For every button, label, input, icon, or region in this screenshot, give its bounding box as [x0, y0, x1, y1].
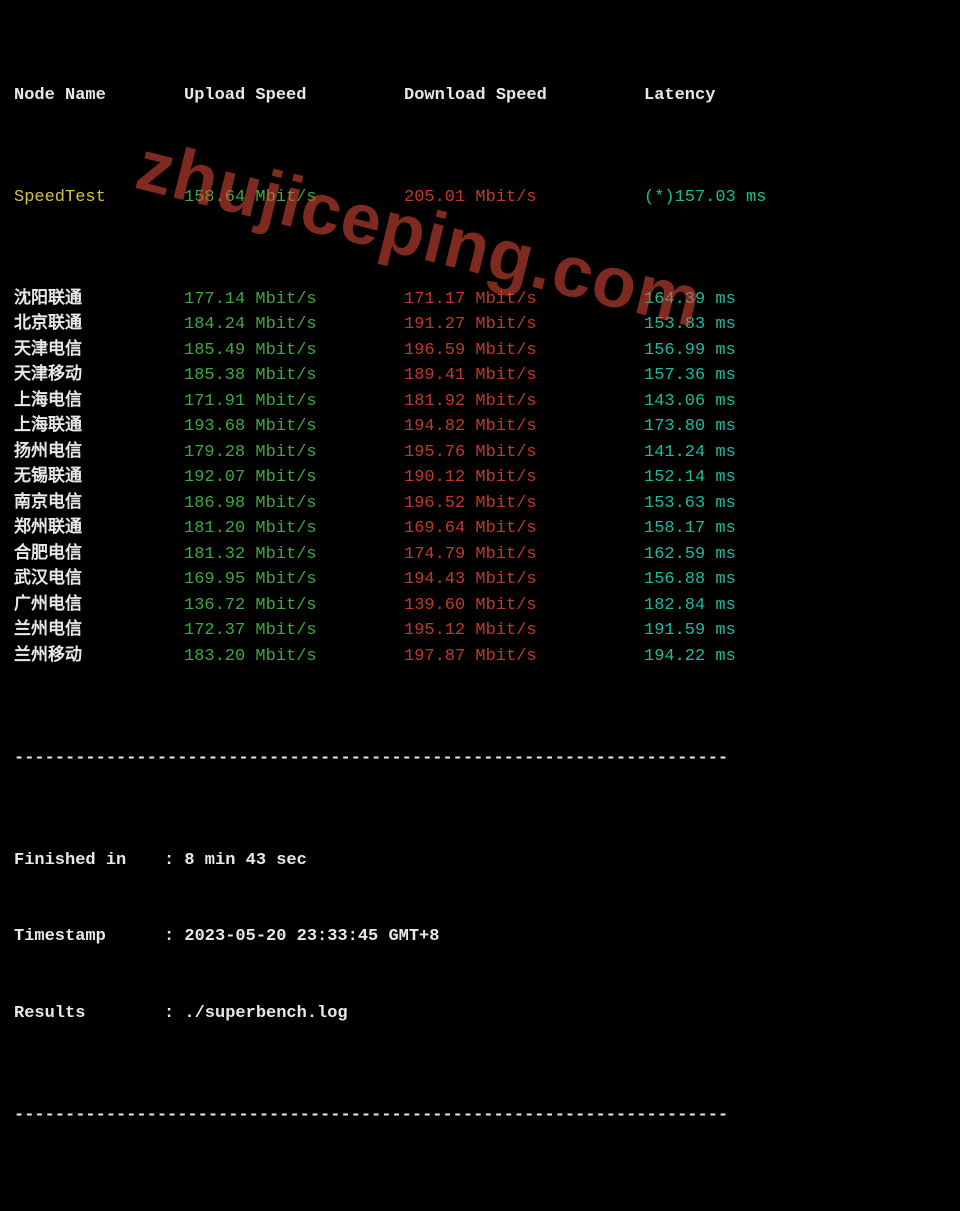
download-value: 194.43 Mbit/s: [404, 567, 644, 593]
latency-value: 153.83 ms: [644, 312, 736, 338]
latency-value: 152.14 ms: [644, 465, 736, 491]
latency-value: 157.36 ms: [644, 363, 736, 389]
download-value: 191.27 Mbit/s: [404, 312, 644, 338]
header-latency: Latency: [644, 83, 715, 109]
latency-value: 141.24 ms: [644, 440, 736, 466]
download-value: 189.41 Mbit/s: [404, 363, 644, 389]
speedtest-row: SpeedTest 158.64 Mbit/s 205.01 Mbit/s (*…: [14, 185, 946, 211]
upload-value: 181.32 Mbit/s: [184, 542, 404, 568]
upload-value: 193.68 Mbit/s: [184, 414, 404, 440]
latency-value: 143.06 ms: [644, 389, 736, 415]
node-name: 兰州电信: [14, 618, 184, 644]
latency-value: 191.59 ms: [644, 618, 736, 644]
table-row: 合肥电信181.32 Mbit/s174.79 Mbit/s162.59 ms: [14, 542, 946, 568]
upload-value: 171.91 Mbit/s: [184, 389, 404, 415]
speedtest-upload: 158.64 Mbit/s: [184, 185, 404, 211]
download-value: 196.59 Mbit/s: [404, 338, 644, 364]
node-name: 天津移动: [14, 363, 184, 389]
finished-label: Finished in: [14, 848, 164, 874]
divider-line-bottom: ----------------------------------------…: [14, 1103, 946, 1129]
upload-value: 172.37 Mbit/s: [184, 618, 404, 644]
download-value: 197.87 Mbit/s: [404, 644, 644, 670]
node-name: 兰州移动: [14, 644, 184, 670]
latency-value: 182.84 ms: [644, 593, 736, 619]
upload-value: 186.98 Mbit/s: [184, 491, 404, 517]
footer-results: Results: ./superbench.log: [14, 1001, 946, 1027]
upload-value: 136.72 Mbit/s: [184, 593, 404, 619]
download-value: 195.12 Mbit/s: [404, 618, 644, 644]
table-row: 兰州电信172.37 Mbit/s195.12 Mbit/s191.59 ms: [14, 618, 946, 644]
node-name: 北京联通: [14, 312, 184, 338]
node-name: 扬州电信: [14, 440, 184, 466]
upload-value: 185.38 Mbit/s: [184, 363, 404, 389]
footer-finished: Finished in: 8 min 43 sec: [14, 848, 946, 874]
node-name: 郑州联通: [14, 516, 184, 542]
timestamp-value: 2023-05-20 23:33:45 GMT+8: [184, 927, 439, 946]
node-name: 沈阳联通: [14, 287, 184, 313]
upload-value: 177.14 Mbit/s: [184, 287, 404, 313]
download-value: 196.52 Mbit/s: [404, 491, 644, 517]
speedtest-name: SpeedTest: [14, 185, 184, 211]
latency-value: 158.17 ms: [644, 516, 736, 542]
latency-value: 164.39 ms: [644, 287, 736, 313]
table-row: 扬州电信179.28 Mbit/s195.76 Mbit/s141.24 ms: [14, 440, 946, 466]
node-name: 上海联通: [14, 414, 184, 440]
latency-value: 153.63 ms: [644, 491, 736, 517]
download-value: 181.92 Mbit/s: [404, 389, 644, 415]
table-row: 上海联通193.68 Mbit/s194.82 Mbit/s173.80 ms: [14, 414, 946, 440]
download-value: 194.82 Mbit/s: [404, 414, 644, 440]
speedtest-latency: (*)157.03 ms: [644, 185, 766, 211]
rows-container: 沈阳联通177.14 Mbit/s171.17 Mbit/s164.39 ms北…: [14, 287, 946, 670]
node-name: 武汉电信: [14, 567, 184, 593]
footer-timestamp: Timestamp: 2023-05-20 23:33:45 GMT+8: [14, 924, 946, 950]
upload-value: 179.28 Mbit/s: [184, 440, 404, 466]
table-row: 武汉电信169.95 Mbit/s194.43 Mbit/s156.88 ms: [14, 567, 946, 593]
node-name: 上海电信: [14, 389, 184, 415]
table-row: 无锡联通192.07 Mbit/s190.12 Mbit/s152.14 ms: [14, 465, 946, 491]
table-row: 兰州移动183.20 Mbit/s197.87 Mbit/s194.22 ms: [14, 644, 946, 670]
header-upload: Upload Speed: [184, 83, 404, 109]
latency-value: 156.99 ms: [644, 338, 736, 364]
node-name: 广州电信: [14, 593, 184, 619]
upload-value: 192.07 Mbit/s: [184, 465, 404, 491]
node-name: 无锡联通: [14, 465, 184, 491]
table-header: Node Name Upload Speed Download Speed La…: [14, 83, 946, 109]
node-name: 天津电信: [14, 338, 184, 364]
speedtest-download: 205.01 Mbit/s: [404, 185, 644, 211]
table-row: 沈阳联通177.14 Mbit/s171.17 Mbit/s164.39 ms: [14, 287, 946, 313]
download-value: 139.60 Mbit/s: [404, 593, 644, 619]
divider-line: ----------------------------------------…: [14, 746, 946, 772]
download-value: 174.79 Mbit/s: [404, 542, 644, 568]
timestamp-label: Timestamp: [14, 924, 164, 950]
table-row: 天津移动185.38 Mbit/s189.41 Mbit/s157.36 ms: [14, 363, 946, 389]
upload-value: 184.24 Mbit/s: [184, 312, 404, 338]
upload-value: 169.95 Mbit/s: [184, 567, 404, 593]
results-label: Results: [14, 1001, 164, 1027]
table-row: 郑州联通181.20 Mbit/s169.64 Mbit/s158.17 ms: [14, 516, 946, 542]
table-row: 北京联通184.24 Mbit/s191.27 Mbit/s153.83 ms: [14, 312, 946, 338]
upload-value: 181.20 Mbit/s: [184, 516, 404, 542]
node-name: 南京电信: [14, 491, 184, 517]
upload-value: 185.49 Mbit/s: [184, 338, 404, 364]
latency-value: 173.80 ms: [644, 414, 736, 440]
download-value: 190.12 Mbit/s: [404, 465, 644, 491]
terminal-output: Node Name Upload Speed Download Speed La…: [0, 0, 960, 1211]
header-download: Download Speed: [404, 83, 644, 109]
download-value: 195.76 Mbit/s: [404, 440, 644, 466]
latency-value: 194.22 ms: [644, 644, 736, 670]
node-name: 合肥电信: [14, 542, 184, 568]
table-row: 南京电信186.98 Mbit/s196.52 Mbit/s153.63 ms: [14, 491, 946, 517]
table-row: 上海电信171.91 Mbit/s181.92 Mbit/s143.06 ms: [14, 389, 946, 415]
finished-value: 8 min 43 sec: [184, 851, 306, 870]
table-row: 广州电信136.72 Mbit/s139.60 Mbit/s182.84 ms: [14, 593, 946, 619]
latency-value: 156.88 ms: [644, 567, 736, 593]
download-value: 169.64 Mbit/s: [404, 516, 644, 542]
download-value: 171.17 Mbit/s: [404, 287, 644, 313]
latency-value: 162.59 ms: [644, 542, 736, 568]
results-value: ./superbench.log: [184, 1004, 347, 1023]
upload-value: 183.20 Mbit/s: [184, 644, 404, 670]
table-row: 天津电信185.49 Mbit/s196.59 Mbit/s156.99 ms: [14, 338, 946, 364]
header-node: Node Name: [14, 83, 184, 109]
